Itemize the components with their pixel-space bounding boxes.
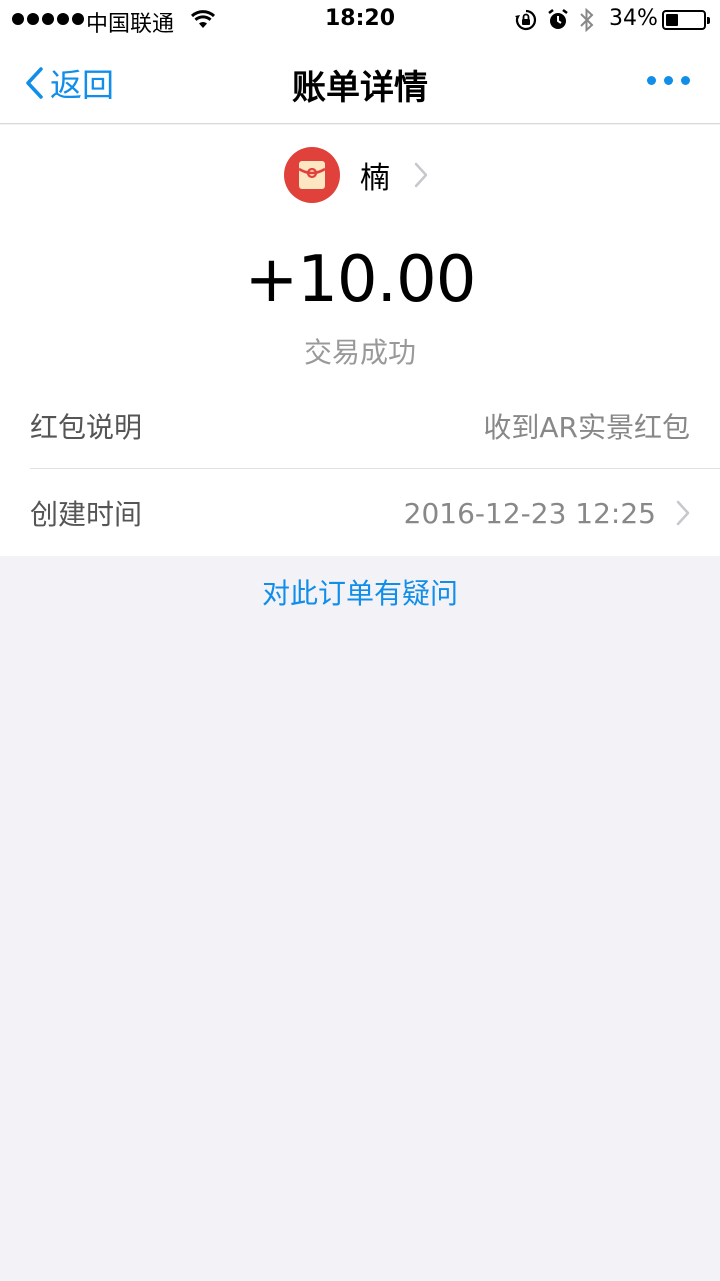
description-label: 红包说明 — [30, 410, 143, 444]
transaction-amount: +10.00 — [244, 243, 477, 317]
battery-icon — [662, 10, 710, 30]
payee-link[interactable]: 楠 — [284, 147, 428, 203]
created-value-wrap: 2016-12-23 12:25 — [404, 497, 720, 530]
alarm-icon — [546, 8, 570, 38]
status-icons — [514, 7, 596, 39]
bluetooth-icon — [578, 7, 596, 39]
more-dots-icon[interactable] — [647, 76, 690, 85]
bill-detail-card: 楠 +10.00 交易成功 红包说明 收到AR实景红包 创建时间 2016-12… — [0, 125, 720, 556]
created-value: 2016-12-23 12:25 — [403, 496, 656, 530]
description-value: 收到AR实景红包 — [483, 410, 690, 444]
battery-percent: 34% — [609, 6, 658, 31]
transaction-status: 交易成功 — [303, 336, 416, 369]
chevron-right-icon — [414, 162, 428, 188]
chevron-right-icon — [676, 500, 690, 526]
rotation-lock-icon — [514, 8, 538, 38]
page-title: 账单详情 — [292, 68, 428, 108]
order-question-link[interactable]: 对此订单有疑问 — [0, 572, 720, 612]
red-envelope-icon — [284, 147, 340, 203]
battery-level — [666, 14, 678, 26]
screen: 中国联通 18:20 34% 返回 账单详情 楠 +10.00 交易成功 红包说… — [0, 0, 720, 1281]
status-bar: 中国联通 18:20 34% — [0, 0, 720, 40]
payee-name: 楠 — [360, 161, 390, 196]
created-label: 创建时间 — [30, 498, 143, 531]
row-created-time[interactable]: 创建时间 2016-12-23 12:25 — [30, 470, 720, 556]
navigation-bar: 返回 账单详情 — [0, 40, 720, 124]
row-red-envelope-description: 红包说明 收到AR实景红包 — [30, 383, 720, 469]
